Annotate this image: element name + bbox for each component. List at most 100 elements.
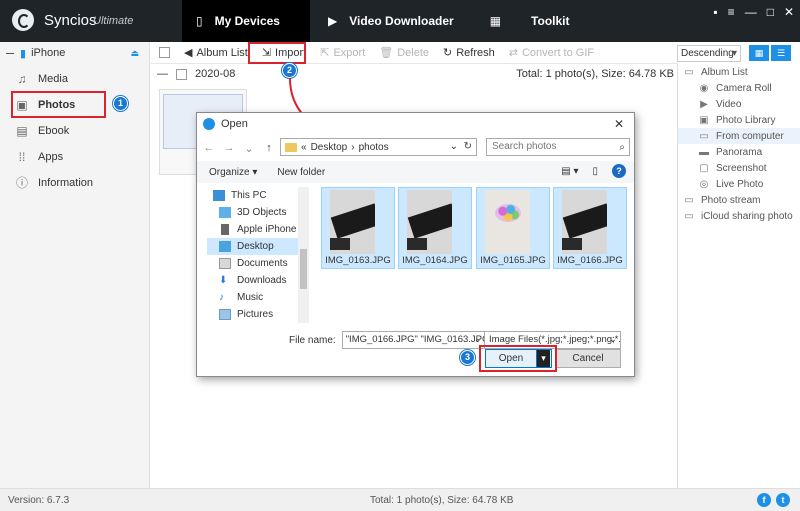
file-item[interactable]: IMG_0166.JPG [553, 187, 627, 269]
album-list-button[interactable]: ◀ Album List [180, 43, 252, 63]
organize-button[interactable]: Organize ▾ [209, 167, 257, 178]
breadcrumb-photos[interactable]: photos [359, 142, 389, 153]
preview-pane-icon[interactable]: ▯ [592, 166, 598, 177]
album-label: Live Photo [716, 178, 764, 190]
album-item-screenshot[interactable]: ▢ Screenshot [678, 160, 800, 176]
delete-button[interactable]: 🗑 Delete [375, 43, 433, 63]
tree-item-desktop[interactable]: Desktop [207, 238, 308, 255]
new-folder-button[interactable]: New folder [277, 167, 325, 178]
twitter-icon[interactable]: t [776, 493, 790, 507]
device-name: iPhone [31, 47, 66, 59]
album-label: Photo Library [716, 114, 776, 126]
file-item[interactable]: IMG_0165.JPG [476, 187, 550, 269]
nav-tree: This PC 3D Objects Apple iPhone Desktop … [207, 187, 308, 323]
file-name-input[interactable]: "IMG_0166.JPG" "IMG_0163.JPG" "I ⌄ [341, 331, 485, 349]
folder-icon: ▭ [684, 194, 694, 206]
eject-icon[interactable]: ⏏ [130, 48, 139, 59]
tree-item-downloads[interactable]: ⬇ Downloads [207, 272, 308, 289]
panorama-icon: ▬ [699, 146, 709, 158]
screenshot-icon: ▢ [699, 162, 709, 174]
file-item[interactable]: IMG_0164.JPG [398, 187, 472, 269]
tree-item-label: 3D Objects [237, 207, 287, 218]
facebook-icon[interactable]: f [757, 493, 771, 507]
recent-dropdown-icon[interactable]: ⌄ [243, 142, 255, 155]
view-menu-icon[interactable]: ▤ ▾ [561, 166, 578, 177]
tree-item-music[interactable]: ♪ Music [207, 289, 308, 306]
file-name: IMG_0166.JPG [557, 255, 623, 266]
cancel-button[interactable]: Cancel [555, 349, 621, 368]
forward-icon[interactable]: → [223, 142, 235, 154]
version-text: Version: 6.7.3 [8, 495, 70, 506]
tree-item-label: Desktop [237, 241, 274, 252]
album-item-camera-roll[interactable]: ◉ Camera Roll [678, 80, 800, 96]
convert-gif-button[interactable]: ⇄ Convert to GIF [505, 43, 598, 63]
sort-select[interactable]: Descending [677, 44, 741, 62]
sidebar-item-information[interactable]: ⓘ Information [14, 173, 93, 193]
sidebar-item-media[interactable]: ♫ Media [14, 69, 68, 89]
tree-scrollbar[interactable] [298, 187, 309, 323]
menu-icon[interactable]: ≡ [728, 5, 735, 19]
close-icon[interactable]: ✕ [784, 5, 794, 19]
date-group-row: — 2020-08 Total: 1 photo(s), Size: 64.78… [151, 64, 678, 84]
breadcrumb-desktop[interactable]: Desktop [311, 142, 348, 153]
address-row: ← → ⌄ ↑ « Desktop › photos ⌄ ↻ Search ph… [203, 138, 630, 158]
tree-item-this-pc[interactable]: This PC [207, 187, 308, 204]
album-root[interactable]: ▭ Album List [678, 64, 800, 80]
collapse-icon[interactable] [6, 52, 14, 54]
document-icon [219, 258, 231, 269]
sidebar-item-ebook[interactable]: ▤ Ebook [14, 121, 69, 141]
album-item-live-photo[interactable]: ◎ Live Photo [678, 176, 800, 192]
dialog-title-bar: Open ✕ [197, 113, 634, 135]
file-thumbnail [407, 190, 452, 254]
maximize-icon[interactable]: □ [767, 5, 774, 19]
export-button[interactable]: ⇱ Export [316, 43, 369, 63]
trash-icon: 🗑 [379, 47, 394, 59]
folder-icon: ▭ [684, 210, 694, 222]
back-icon[interactable]: ← [203, 142, 215, 154]
music-icon: ♫ [17, 72, 27, 86]
minimize-icon[interactable]: — [745, 5, 757, 19]
address-bar[interactable]: « Desktop › photos ⌄ ↻ [280, 138, 477, 156]
album-item-panorama[interactable]: ▬ Panorama [678, 144, 800, 160]
search-input[interactable]: Search photos ⌕ [486, 138, 630, 156]
list-view-icon[interactable]: ☰ [771, 45, 791, 61]
album-item-photo-library[interactable]: ▣ Photo Library [678, 112, 800, 128]
tab-video-downloader-label: Video Downloader [349, 14, 454, 28]
date-group-checkbox[interactable] [176, 68, 187, 80]
sidebar-item-label: Information [38, 177, 94, 189]
tree-item-pictures[interactable]: Pictures [207, 306, 308, 323]
tree-item-3d-objects[interactable]: 3D Objects [207, 204, 308, 221]
album-item-from-computer[interactable]: ▭ From computer [678, 128, 800, 144]
refresh-icon[interactable]: ↻ [464, 141, 472, 152]
tab-video-downloader[interactable]: ▶ Video Downloader [314, 0, 468, 42]
file-item[interactable]: IMG_0163.JPG [321, 187, 395, 269]
help-icon[interactable]: ? [612, 164, 626, 178]
tree-item-apple-iphone[interactable]: Apple iPhone [207, 221, 308, 238]
content-total: Total: 1 photo(s), Size: 64.78 KB [516, 68, 674, 80]
grid-view-icon[interactable]: ▦ [749, 45, 769, 61]
path-dropdown-icon[interactable]: ⌄ [450, 141, 458, 152]
collapse-group-icon[interactable]: — [157, 68, 168, 80]
device-phone-icon: ▮ [20, 47, 27, 60]
refresh-icon: ↻ [443, 47, 453, 59]
album-item-video[interactable]: ▶ Video [678, 96, 800, 112]
device-row[interactable]: ▮ iPhone ⏏ [0, 42, 149, 64]
dialog-title: Open [221, 118, 248, 130]
tree-item-documents[interactable]: Documents [207, 255, 308, 272]
message-icon[interactable]: ▪ [713, 5, 717, 19]
scrollbar-thumb[interactable] [300, 249, 307, 289]
tab-my-devices[interactable]: ▯ My Devices [182, 0, 310, 42]
select-all-checkbox[interactable] [159, 47, 170, 58]
tree-item-label: This PC [231, 190, 267, 201]
dialog-close-icon[interactable]: ✕ [614, 117, 624, 131]
album-item-photo-stream[interactable]: ▭ Photo stream [678, 192, 800, 208]
refresh-button[interactable]: ↻ Refresh [439, 43, 499, 63]
status-total: Total: 1 photo(s), Size: 64.78 KB [370, 495, 514, 506]
tab-toolkit[interactable]: ▦ Toolkit [476, 0, 584, 42]
sidebar-item-apps[interactable]: ⁞⁞ Apps [14, 147, 63, 167]
album-item-icloud-sharing[interactable]: ▭ iCloud sharing photo [678, 208, 800, 224]
up-icon[interactable]: ↑ [263, 142, 275, 154]
file-grid: IMG_0163.JPG IMG_0164.JPG IMG_0165.JPG I… [321, 187, 633, 323]
album-label: Photo stream [701, 194, 761, 206]
file-name-value: "IMG_0166.JPG" "IMG_0163.JPG" "I [345, 334, 484, 345]
